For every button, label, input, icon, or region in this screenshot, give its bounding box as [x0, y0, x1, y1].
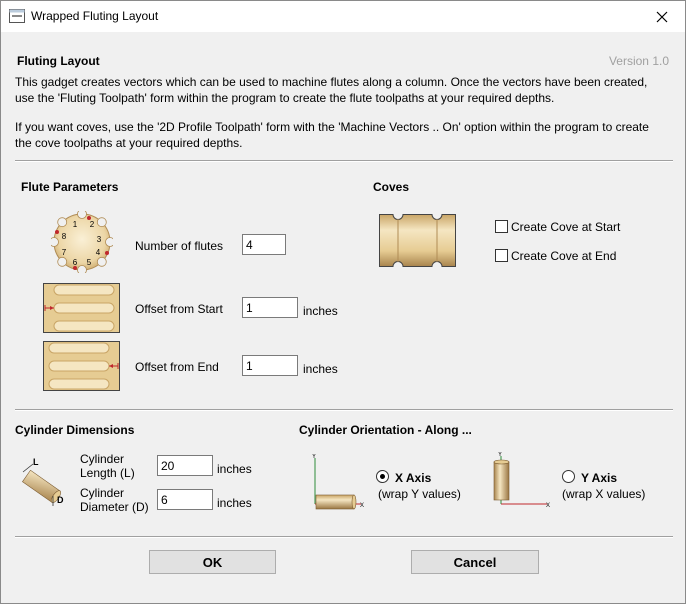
page-title: Fluting Layout: [17, 54, 100, 68]
offset-end-diagram: [43, 341, 120, 391]
offset-end-unit: inches: [303, 362, 338, 376]
cylinder-dimensions-diagram: L D: [22, 457, 64, 506]
cylinder-length-input[interactable]: [157, 455, 213, 476]
flute-number: 7: [62, 248, 67, 257]
ok-button[interactable]: OK: [149, 550, 276, 574]
flute-number: 4: [96, 248, 101, 257]
flute-number: 1: [73, 220, 78, 229]
flute-number: 2: [90, 220, 95, 229]
divider-middle: [15, 409, 673, 411]
cancel-button[interactable]: Cancel: [411, 550, 539, 574]
window-title: Wrapped Fluting Layout: [31, 9, 159, 23]
cylinder-diameter-label-line-1: Cylinder: [80, 486, 125, 500]
flute-count-diagram: 1 2 3 4 5 6 7 8: [51, 211, 113, 273]
version-label: Version 1.0: [608, 54, 669, 68]
flute-number: 6: [73, 258, 78, 267]
x-axis-letter: X: [546, 503, 550, 509]
offset-end-input[interactable]: [242, 355, 298, 376]
window-icon: [9, 9, 25, 26]
coves-diagram: [379, 214, 456, 267]
length-symbol: L: [33, 457, 39, 467]
x-axis-letter: X: [360, 503, 364, 509]
y-axis-letter: Y: [312, 454, 316, 460]
cove-start-checkbox[interactable]: [495, 220, 508, 233]
cove-start-label: Create Cove at Start: [511, 220, 621, 234]
flute-parameters-heading: Flute Parameters: [21, 180, 119, 194]
cove-end-label: Create Cove at End: [511, 249, 617, 263]
y-axis-orientation-diagram: Y X: [493, 452, 550, 509]
offset-end-label: Offset from End: [135, 360, 219, 374]
cylinder-diameter-input[interactable]: [157, 489, 213, 510]
cylinder-dimensions-heading: Cylinder Dimensions: [15, 423, 135, 437]
cylinder-length-label-line-1: Cylinder: [80, 452, 125, 466]
dialog-window: Wrapped Fluting Layout Fluting Layout Ve…: [0, 0, 686, 604]
description-2-line-2: the cove toolpaths at your required dept…: [15, 135, 243, 150]
offset-start-unit: inches: [303, 304, 338, 318]
cylinder-length-label: Cylinder Length (L): [80, 452, 135, 480]
y-axis-letter: Y: [498, 452, 502, 458]
diameter-symbol: D: [57, 495, 64, 505]
offset-start-diagram: [43, 283, 120, 333]
description-2: If you want coves, use the '2D Profile T…: [15, 120, 675, 151]
x-axis-radio[interactable]: [376, 470, 389, 483]
number-of-flutes-label: Number of flutes: [135, 239, 224, 253]
y-axis-radio[interactable]: [562, 470, 575, 483]
x-axis-label: X Axis: [395, 471, 432, 485]
title-bar: Wrapped Fluting Layout: [1, 1, 685, 32]
flute-number: 3: [97, 235, 102, 244]
cylinder-length-label-line-2: Length (L): [80, 466, 135, 480]
divider-top: [15, 160, 673, 162]
cylinder-length-unit: inches: [217, 462, 252, 476]
cove-end-checkbox[interactable]: [495, 249, 508, 262]
description-1-line-1: This gadget creates vectors which can be…: [15, 75, 648, 89]
cylinder-diameter-unit: inches: [217, 496, 252, 510]
description-1: This gadget creates vectors which can be…: [15, 75, 675, 106]
x-axis-orientation-diagram: Y X: [312, 454, 364, 510]
offset-start-input[interactable]: [242, 297, 298, 318]
close-icon: [656, 11, 668, 22]
y-axis-label: Y Axis: [581, 471, 618, 485]
divider-bottom: [15, 536, 673, 538]
orientation-heading: Cylinder Orientation - Along ...: [299, 423, 472, 437]
number-of-flutes-input[interactable]: [242, 234, 286, 255]
y-axis-sublabel: (wrap X values): [562, 487, 646, 501]
description-2-line-1: If you want coves, use the '2D Profile T…: [15, 120, 649, 134]
dialog-content: Fluting Layout Version 1.0 This gadget c…: [1, 32, 685, 603]
cylinder-diameter-label: Cylinder Diameter (D): [80, 486, 149, 514]
cylinder-diameter-label-line-2: Diameter (D): [80, 500, 149, 514]
x-axis-sublabel: (wrap Y values): [378, 487, 461, 501]
flute-number: 5: [87, 258, 92, 267]
coves-heading: Coves: [373, 180, 410, 194]
description-1-line-2: use the 'Fluting Toolpath' form within t…: [15, 90, 555, 105]
close-button[interactable]: [639, 1, 685, 32]
offset-start-label: Offset from Start: [135, 302, 223, 316]
flute-number: 8: [62, 232, 67, 241]
